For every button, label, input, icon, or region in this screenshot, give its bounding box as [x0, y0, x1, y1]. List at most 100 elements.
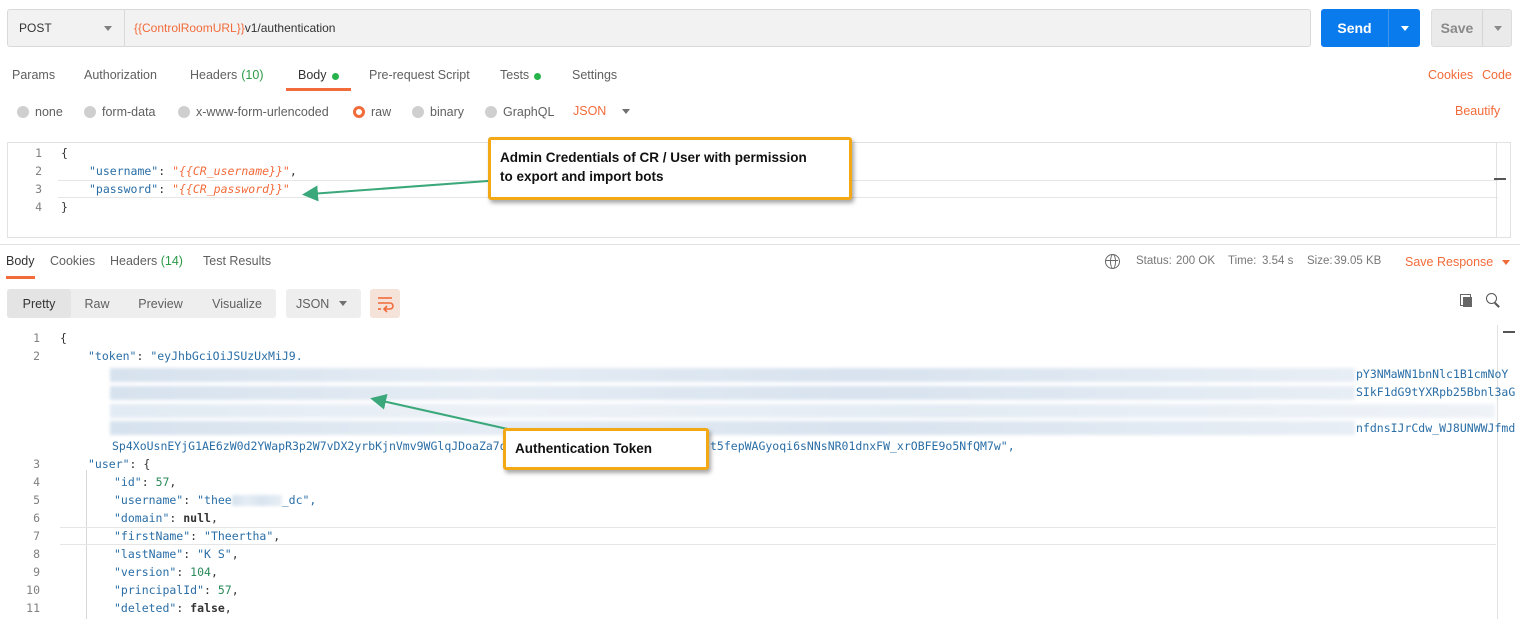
tab-label: Headers [110, 254, 158, 268]
time-value: 3.54 s [1262, 255, 1294, 267]
globe-icon[interactable] [1105, 254, 1120, 269]
size-label: Size: [1307, 255, 1333, 267]
chevron-down-icon [339, 301, 347, 306]
save-label: Save [1432, 10, 1483, 46]
callout-text: to export and import bots [500, 169, 664, 184]
format-label: JSON [573, 104, 607, 118]
wrap-icon [378, 297, 394, 313]
code-link[interactable]: Code [1482, 68, 1512, 82]
status-label: Status: [1136, 255, 1172, 267]
radio-label: none [35, 105, 63, 119]
method-label: POST [19, 21, 52, 35]
chevron-down-icon [104, 26, 112, 31]
radio-none[interactable]: none [17, 104, 63, 120]
url-path: v1/authentication [244, 21, 336, 35]
view-visualize-button[interactable]: Visualize [198, 289, 276, 318]
token-callout: Authentication Token [503, 428, 709, 470]
tab-body[interactable]: Body [286, 60, 351, 91]
line-number: 4 [35, 200, 42, 214]
token-fragment: t5fepWAGyoqi6sNNsNR01dnxFW_xrOBFE9o5NfQM… [710, 439, 1015, 453]
tab-params[interactable]: Params [12, 60, 55, 91]
copy-icon[interactable] [1460, 294, 1472, 307]
body-format-select[interactable]: JSON [573, 104, 631, 118]
json-key: "username" [114, 493, 184, 507]
blurred-token-text [110, 368, 1355, 382]
token-fragment: pY3NMaWN1bnNlc1B1cmNoY [1356, 367, 1509, 381]
tab-label: Pre-request Script [369, 68, 470, 82]
save-button[interactable]: Save [1431, 9, 1512, 47]
wrap-lines-button[interactable] [370, 289, 400, 318]
json-key: "user" [88, 457, 130, 471]
json-value: 57 [155, 475, 170, 489]
save-response-button[interactable]: Save Response [1405, 255, 1511, 269]
chevron-down-icon [622, 108, 631, 114]
line-number: 9 [33, 565, 40, 579]
size-value: 39.05 KB [1334, 255, 1382, 267]
code-line: "deleted": false, [114, 601, 232, 615]
chevron-down-icon [1401, 26, 1409, 31]
response-tab-test-results[interactable]: Test Results [203, 254, 271, 268]
json-value: "{{CR_username}}" [172, 164, 290, 178]
line-number: 11 [26, 601, 40, 615]
tab-headers[interactable]: Headers (10) [190, 60, 263, 91]
line-number: 7 [33, 529, 40, 543]
code-line: "user": { [88, 457, 151, 471]
code-line: "id": 57, [114, 475, 177, 489]
method-select[interactable]: POST [8, 10, 125, 46]
status-dot-icon [534, 73, 542, 80]
radio-graphql[interactable]: GraphQL [485, 104, 554, 120]
beautify-link[interactable]: Beautify [1455, 104, 1500, 118]
view-raw-button[interactable]: Raw [71, 289, 123, 318]
divider [0, 244, 1520, 245]
line-number: 10 [26, 583, 40, 597]
json-key: "version" [114, 565, 177, 579]
radio-label: raw [371, 105, 392, 119]
radio-icon [178, 106, 190, 118]
radio-selected-icon [353, 106, 365, 118]
callout-text: Admin Credentials of CR / User with perm… [500, 150, 807, 165]
tab-authorization[interactable]: Authorization [84, 60, 157, 91]
radio-label: x-www-form-urlencoded [196, 105, 329, 119]
json-value: "thee [197, 493, 232, 507]
url-input[interactable]: {{ControlRoomURL}} v1/authentication [125, 10, 1310, 46]
editor-scrollbar[interactable] [1496, 143, 1510, 237]
cookies-link[interactable]: Cookies [1428, 68, 1473, 82]
tab-settings[interactable]: Settings [572, 60, 617, 91]
blurred-username-text [231, 495, 282, 506]
json-value: "K S" [197, 547, 232, 561]
tab-label: Params [12, 68, 56, 82]
send-options-button[interactable] [1389, 9, 1420, 47]
view-pretty-button[interactable]: Pretty [7, 289, 71, 318]
response-tab-body[interactable]: Body [6, 254, 35, 279]
line-number: 5 [33, 493, 40, 507]
json-value: null [183, 511, 211, 525]
radio-urlencoded[interactable]: x-www-form-urlencoded [178, 104, 329, 120]
token-fragment: SIkF1dG9tYXRpb25Bbnl3aG [1356, 385, 1516, 399]
blurred-token-text [110, 421, 1355, 435]
tab-tests[interactable]: Tests [500, 60, 542, 91]
blurred-token-text [110, 404, 1495, 418]
line-number: 6 [33, 511, 40, 525]
send-button[interactable]: Send [1321, 9, 1420, 47]
tab-prerequest-script[interactable]: Pre-request Script [369, 60, 470, 91]
view-preview-button[interactable]: Preview [123, 289, 198, 318]
radio-raw[interactable]: raw [353, 104, 391, 120]
radio-form-data[interactable]: form-data [84, 104, 156, 120]
code-line: "lastName": "K S", [114, 547, 239, 561]
code-line: "principalId": 57, [114, 583, 239, 597]
callout-text: Authentication Token [515, 441, 652, 456]
json-value: "eyJhbGciOiJSUzUxMiJ9. [150, 349, 303, 363]
radio-binary[interactable]: binary [412, 104, 464, 120]
search-icon[interactable] [1486, 293, 1500, 307]
json-key: "password" [89, 182, 159, 196]
blurred-token-text [110, 386, 1355, 400]
time-label: Time: [1228, 255, 1257, 267]
response-tab-headers[interactable]: Headers (14) [110, 254, 183, 268]
response-tab-cookies[interactable]: Cookies [50, 254, 95, 268]
view-mode-group: Pretty Raw Preview Visualize [7, 289, 276, 318]
response-format-select[interactable]: JSON [286, 289, 361, 318]
send-label: Send [1321, 9, 1389, 47]
json-value: 57 [217, 583, 232, 597]
json-key: "deleted" [114, 601, 177, 615]
save-options-button[interactable] [1483, 10, 1511, 46]
